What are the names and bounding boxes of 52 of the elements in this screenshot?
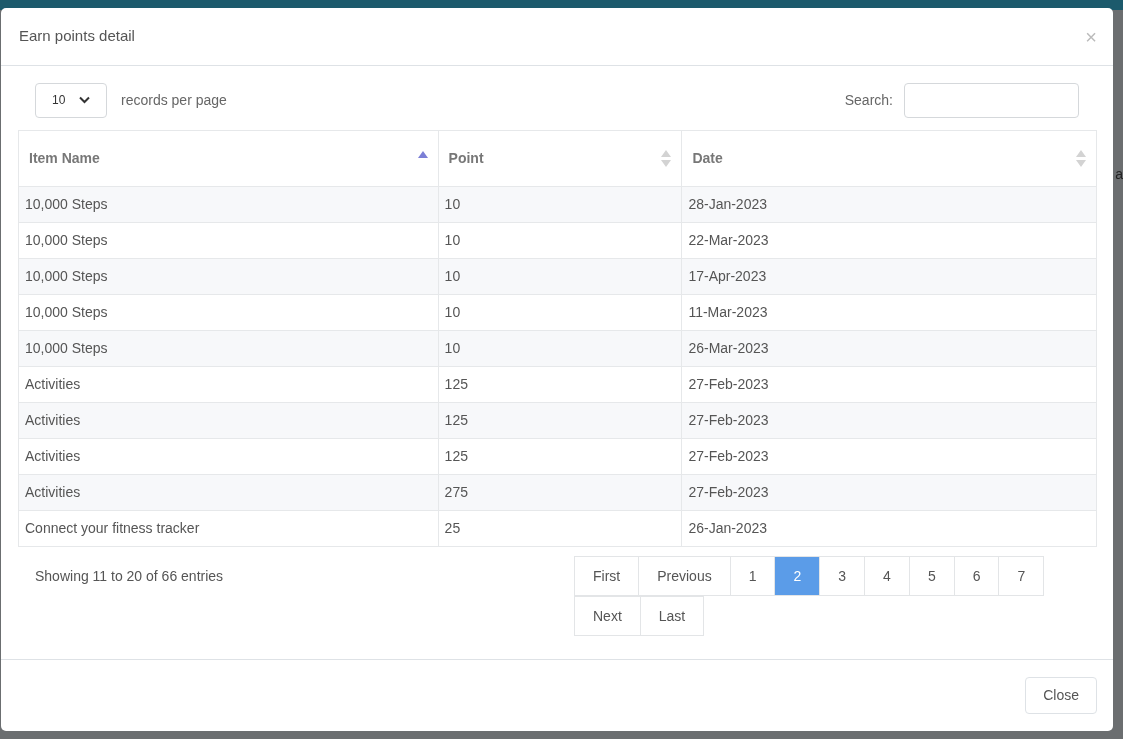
table-cell: 10,000 Steps xyxy=(25,340,108,356)
table-cell: 28-Jan-2023 xyxy=(688,196,767,212)
table-cell: 125 xyxy=(444,448,468,464)
column-header[interactable]: Date xyxy=(692,148,723,169)
table-cell: 10 xyxy=(444,268,461,284)
table-cell: 10,000 Steps xyxy=(25,232,108,248)
page-button[interactable]: Next xyxy=(574,596,641,636)
table-cell: 27-Feb-2023 xyxy=(688,376,769,392)
table-cell: 125 xyxy=(444,412,468,428)
page-button[interactable]: First xyxy=(574,556,640,596)
table-cell: 10 xyxy=(444,196,461,212)
page-button[interactable]: 3 xyxy=(819,556,866,596)
table-cell: Activities xyxy=(25,448,81,464)
page-size-select[interactable]: 10 xyxy=(35,82,107,118)
table-cell: 17-Apr-2023 xyxy=(688,268,767,284)
dialog-title: Earn points detail xyxy=(19,26,135,47)
table-cell: 10 xyxy=(444,340,461,356)
column-header[interactable]: Point xyxy=(448,148,484,169)
table-cell: 27-Feb-2023 xyxy=(688,484,769,500)
table-cell: 10 xyxy=(444,232,461,248)
table-cell: 10,000 Steps xyxy=(25,268,108,284)
page-button[interactable]: 7 xyxy=(998,556,1045,596)
table-cell: Connect your fitness tracker xyxy=(25,520,200,536)
page-button[interactable]: 1 xyxy=(729,556,776,596)
chevron-down-icon xyxy=(79,96,90,104)
page-button[interactable]: 4 xyxy=(864,556,910,596)
table-cell: Activities xyxy=(25,484,81,500)
table-cell: 27-Feb-2023 xyxy=(688,448,769,464)
table-cell: 26-Mar-2023 xyxy=(688,340,769,356)
page-button[interactable]: 5 xyxy=(908,556,955,596)
table-cell: 25 xyxy=(444,520,461,536)
entries-info: Showing 11 to 20 of 66 entries xyxy=(34,567,224,586)
table-cell: 10 xyxy=(444,304,461,320)
search-label: Search: xyxy=(844,90,893,110)
table-cell: 22-Mar-2023 xyxy=(688,232,769,248)
page-button[interactable]: Previous xyxy=(638,556,731,596)
table-cell: 10,000 Steps xyxy=(25,196,108,212)
page-button[interactable]: 6 xyxy=(953,556,1000,596)
table-cell: 26-Jan-2023 xyxy=(688,520,767,536)
table-cell: Activities xyxy=(25,412,81,428)
table-cell: 27-Feb-2023 xyxy=(688,412,769,428)
table-cell: Activities xyxy=(25,376,81,392)
column-header[interactable]: Item Name xyxy=(29,148,100,169)
table-cell: 10,000 Steps xyxy=(25,304,108,320)
search-field[interactable] xyxy=(904,82,1079,118)
background-text: a xyxy=(1115,165,1123,184)
table-cell: 125 xyxy=(444,376,468,392)
table-cell: 275 xyxy=(444,484,468,500)
page-size-label: records per page xyxy=(121,90,227,110)
page-button[interactable]: Last xyxy=(639,596,705,636)
close-button[interactable]: Close xyxy=(1025,677,1097,714)
table-cell: 11-Mar-2023 xyxy=(688,304,768,320)
